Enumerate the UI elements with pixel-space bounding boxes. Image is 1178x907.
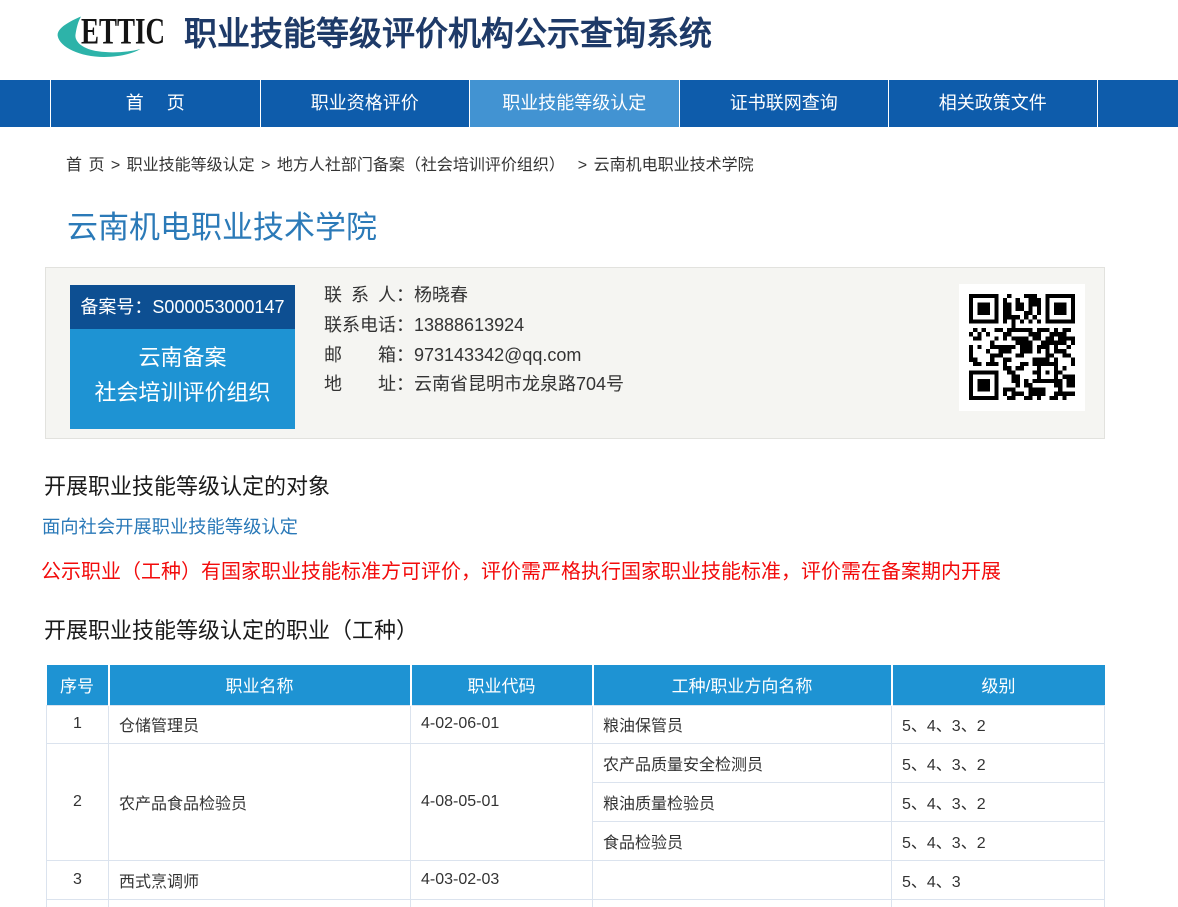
svg-text:ETTIC: ETTIC bbox=[81, 11, 165, 52]
